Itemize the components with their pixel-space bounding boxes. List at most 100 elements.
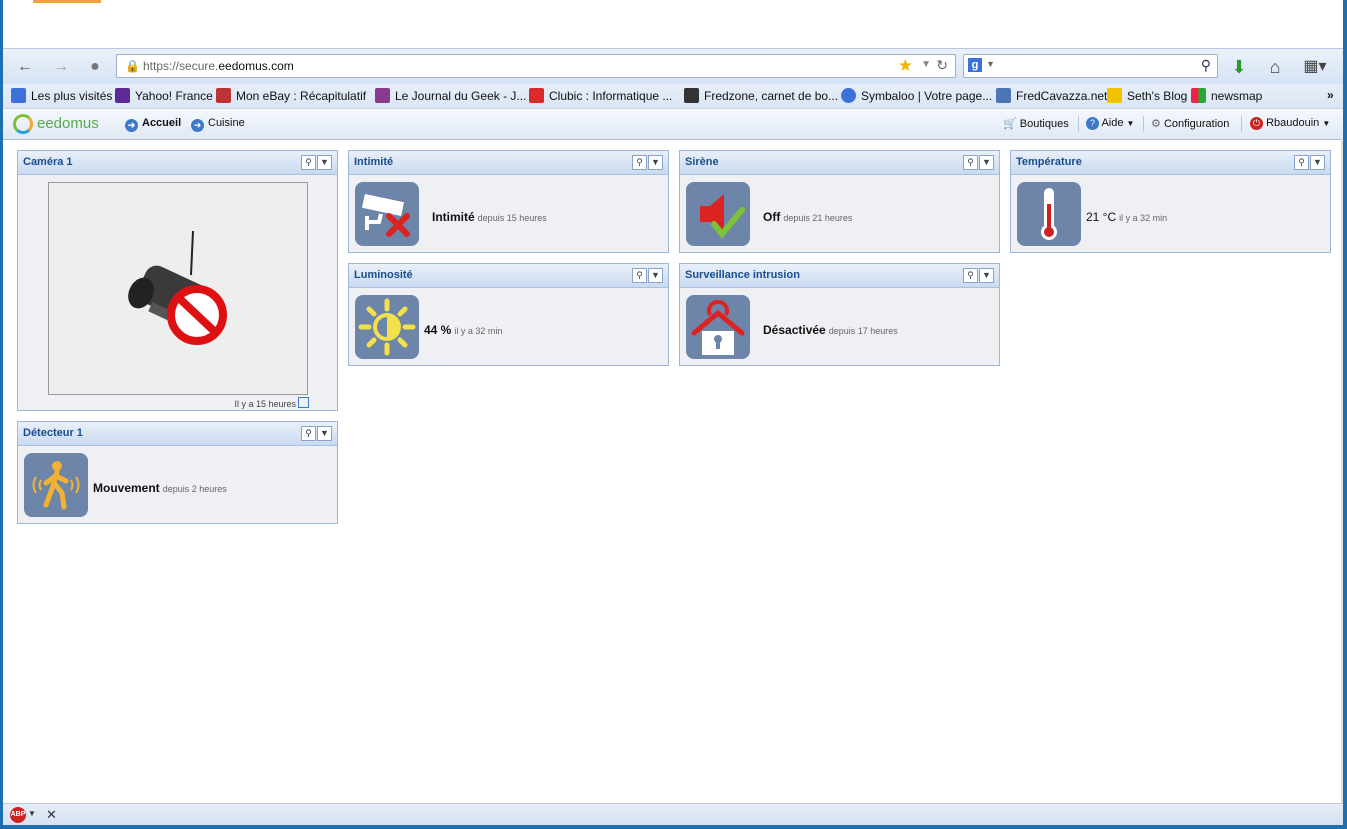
camera-view[interactable]: [48, 182, 308, 395]
widget-menu-icon[interactable]: ▼: [979, 155, 994, 170]
widget-title: Luminosité: [354, 269, 413, 281]
bookmarks-overflow-button[interactable]: »: [1327, 88, 1334, 102]
home-icon[interactable]: ⌂: [1265, 57, 1285, 77]
zoom-icon[interactable]: ⚲: [1294, 155, 1309, 170]
zoom-icon[interactable]: ⚲: [301, 155, 316, 170]
bookmark-item[interactable]: Symbaloo | Votre page...: [841, 88, 992, 103]
close-icon[interactable]: ✕: [46, 807, 57, 823]
sg-icon: [1107, 88, 1122, 103]
bookmark-item[interactable]: FredCavazza.net: [996, 88, 1107, 103]
fredzone-icon: [684, 88, 699, 103]
bookmark-item[interactable]: Clubic : Informatique ...: [529, 88, 672, 103]
chevron-down-icon: ▼: [1126, 119, 1135, 128]
geek-icon: [375, 88, 390, 103]
privacy-camera-icon: [355, 182, 419, 246]
nav-accueil[interactable]: ➜ Accueil: [125, 117, 181, 132]
camera-timestamp: Il y a 15 heures: [234, 397, 309, 409]
navigation-toolbar: ← → ● 🔒 https://secure.eedomus.com ★ ▼ ↻…: [3, 48, 1343, 85]
reload-icon[interactable]: ↻: [936, 57, 948, 74]
title-bar: [3, 0, 1343, 48]
browser-window: ← → ● 🔒 https://secure.eedomus.com ★ ▼ ↻…: [3, 0, 1343, 825]
widget-value: Mouvement depuis 2 heures: [93, 481, 227, 495]
widget-surveillance: Surveillance intrusion ⚲ ▼ Désactivée dep…: [679, 263, 1000, 366]
zoom-icon[interactable]: ⚲: [632, 268, 647, 283]
widget-header: Surveillance intrusion ⚲ ▼: [680, 264, 999, 288]
widget-header: Température ⚲ ▼: [1011, 151, 1330, 175]
adblock-dropdown-icon[interactable]: ▼: [28, 809, 36, 818]
thermometer-icon: [1017, 182, 1081, 246]
boutiques-link[interactable]: 🛒 Boutiques: [1003, 117, 1069, 130]
widget-header: Détecteur 1 ⚲ ▼: [18, 422, 337, 446]
zoom-icon[interactable]: ⚲: [301, 426, 316, 441]
adblock-icon[interactable]: ABP: [10, 807, 26, 823]
widget-luminosite: Luminosité ⚲ ▼ 44 % il y a 32 min: [348, 263, 669, 366]
site-identity-icon[interactable]: ●: [85, 57, 105, 77]
bookmark-item[interactable]: newsmap: [1191, 88, 1262, 103]
logo-text: eedomus: [37, 115, 99, 132]
nav-cuisine[interactable]: ➜ Cuisine: [191, 117, 245, 132]
divider: [1078, 116, 1079, 132]
aide-menu[interactable]: ? Aide ▼: [1086, 117, 1134, 130]
forward-icon[interactable]: →: [51, 57, 71, 77]
gear-icon: ⚙: [1151, 118, 1161, 130]
bookmark-item[interactable]: Les plus visités: [11, 88, 112, 103]
search-icon[interactable]: ⚲: [1201, 57, 1211, 74]
widget-menu-icon[interactable]: ▼: [1310, 155, 1325, 170]
zoom-icon[interactable]: ⚲: [963, 268, 978, 283]
widget-intimite: Intimité ⚲ ▼ Intimité depuis 15 heures: [348, 150, 669, 253]
url-bar[interactable]: 🔒 https://secure.eedomus.com ★ ▼ ↻: [116, 54, 956, 78]
chevron-down-icon: ▼: [1322, 119, 1331, 128]
bookmark-item[interactable]: Mon eBay : Récapitulatif: [216, 88, 366, 103]
bookmark-item[interactable]: Yahoo! France: [115, 88, 213, 103]
widget-menu-icon[interactable]: ▼: [317, 155, 332, 170]
camera-offline-icon: [128, 230, 227, 345]
download-icon[interactable]: ⬇: [1229, 57, 1249, 77]
bookmarks-toolbar: Les plus visités Yahoo! France Mon eBay …: [3, 84, 1343, 109]
widget-camera: Caméra 1 ⚲ ▼ Il y a 15 heures: [17, 150, 338, 411]
history-dropdown-icon[interactable]: ▼: [921, 59, 931, 70]
widget-value: 21 °C il y a 32 min: [1086, 210, 1168, 224]
widget-header: Luminosité ⚲ ▼: [349, 264, 668, 288]
widget-value: 44 % il y a 32 min: [424, 323, 503, 337]
widget-menu-icon[interactable]: ▼: [979, 268, 994, 283]
yahoo-icon: [115, 88, 130, 103]
ebay-icon: [216, 88, 231, 103]
back-icon[interactable]: ←: [15, 57, 35, 77]
widget-menu-icon[interactable]: ▼: [648, 155, 663, 170]
active-tab-indicator: [33, 0, 101, 3]
bookmark-item[interactable]: Seth's Blog: [1107, 88, 1187, 103]
siren-off-icon: [686, 182, 750, 246]
globe-icon: [11, 88, 26, 103]
google-icon[interactable]: g: [968, 58, 982, 72]
help-icon: ?: [1086, 117, 1099, 130]
widget-header: Intimité ⚲ ▼: [349, 151, 668, 175]
house-lock-icon: [686, 295, 750, 359]
scrollbar[interactable]: [1341, 139, 1343, 803]
widget-value: Off depuis 21 heures: [763, 210, 853, 224]
bookmark-item[interactable]: Le Journal du Geek - J...: [375, 88, 526, 103]
bookmark-star-icon[interactable]: ★: [898, 56, 913, 76]
motion-sensor-icon: [24, 453, 88, 517]
user-menu[interactable]: ⏻ Rbaudouin ▼: [1250, 117, 1330, 130]
search-bar[interactable]: g ▼ ⚲: [963, 54, 1218, 78]
external-link-icon[interactable]: [298, 397, 309, 408]
widget-title: Intimité: [354, 156, 394, 168]
clubic-icon: [529, 88, 544, 103]
widget-temperature: Température ⚲ ▼ 21 °C il y a 32 min: [1010, 150, 1331, 253]
widget-title: Température: [1016, 156, 1082, 168]
widget-value: Désactivée depuis 17 heures: [763, 323, 898, 337]
widget-value: Intimité depuis 15 heures: [432, 210, 547, 224]
configuration-link[interactable]: ⚙ Configuration: [1151, 117, 1229, 130]
widget-menu-icon[interactable]: ▼: [317, 426, 332, 441]
divider: [1241, 116, 1242, 132]
zoom-icon[interactable]: ⚲: [963, 155, 978, 170]
widget-sirene: Sirène ⚲ ▼ Off depuis 21 heures: [679, 150, 1000, 253]
bookmarks-menu-icon[interactable]: ▦▾: [1301, 57, 1329, 77]
zoom-icon[interactable]: ⚲: [632, 155, 647, 170]
widget-menu-icon[interactable]: ▼: [648, 268, 663, 283]
symbaloo-icon: [841, 88, 856, 103]
monitor-icon: [996, 88, 1011, 103]
divider: [1143, 116, 1144, 132]
search-engine-dropdown-icon[interactable]: ▼: [986, 59, 995, 69]
bookmark-item[interactable]: Fredzone, carnet de bo...: [684, 88, 838, 103]
